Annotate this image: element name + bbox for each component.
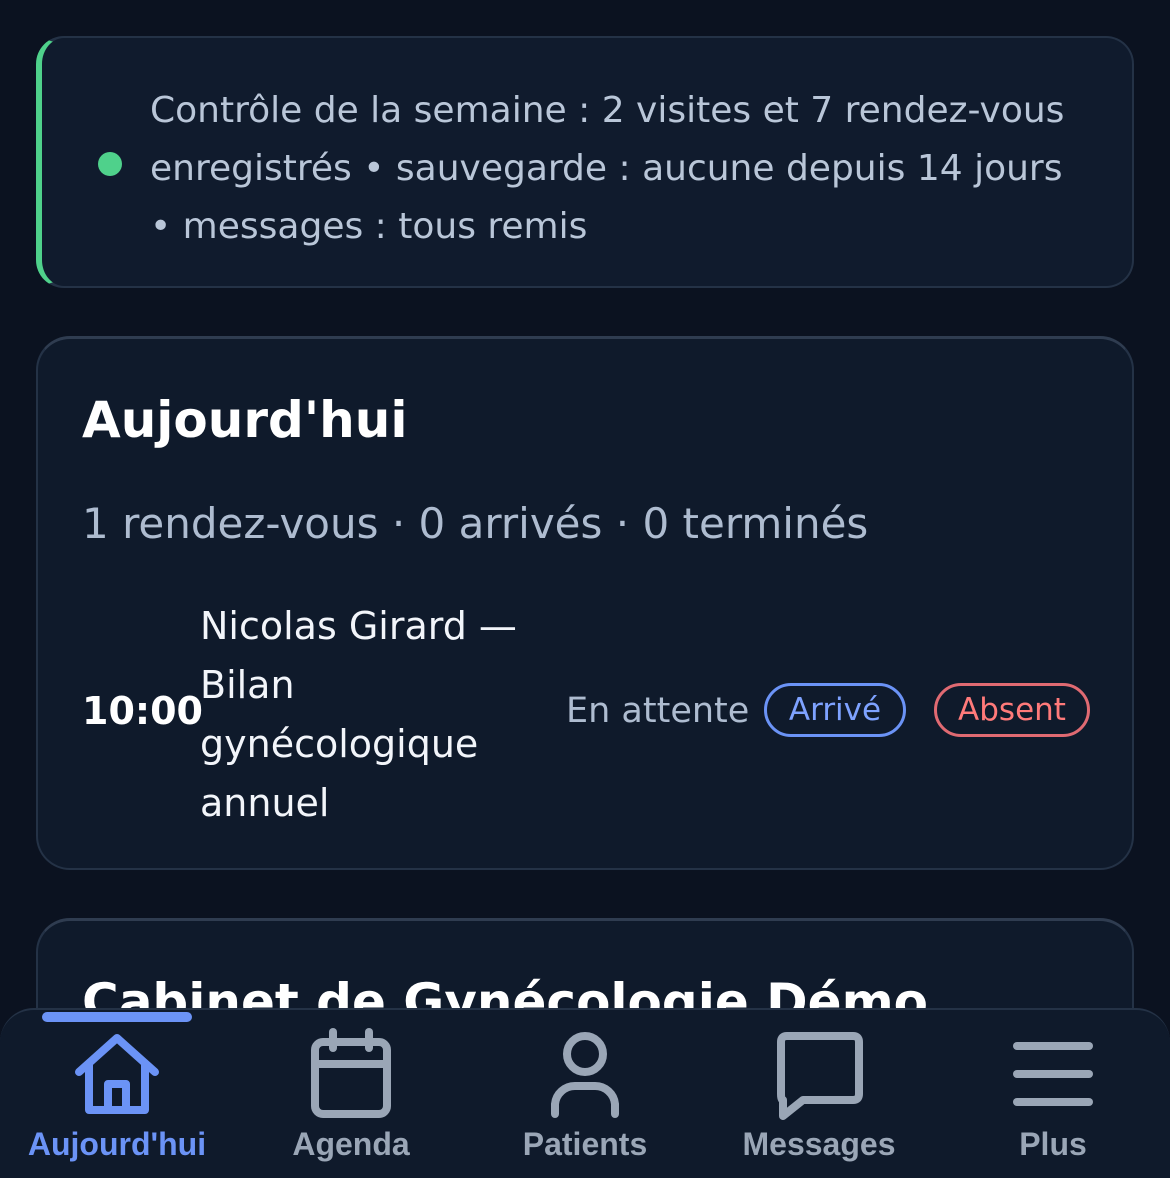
appointment-row[interactable]: 10:00 Nicolas Girard — Bilan gynécologiq… bbox=[82, 597, 1092, 837]
nav-item-more[interactable]: Plus bbox=[936, 1028, 1170, 1178]
bottom-navigation: Aujourd'hui Agenda Patients Messages Plu… bbox=[0, 1008, 1170, 1178]
nav-item-agenda[interactable]: Agenda bbox=[234, 1028, 468, 1178]
nav-label-patients: Patients bbox=[522, 1126, 648, 1162]
nav-label-more: Plus bbox=[1019, 1126, 1087, 1162]
status-dot-icon bbox=[98, 152, 122, 176]
home-icon bbox=[75, 1034, 159, 1114]
nav-label-messages: Messages bbox=[742, 1126, 896, 1162]
menu-icon bbox=[1013, 1042, 1093, 1106]
calendar-icon bbox=[311, 1028, 391, 1118]
nav-item-messages[interactable]: Messages bbox=[702, 1028, 936, 1178]
app-screen: Contrôle de la semaine : 2 visites et 7 … bbox=[0, 0, 1170, 1178]
appointment-description: Nicolas Girard — Bilan gynécologique ann… bbox=[200, 604, 517, 825]
appointment-time: 10:00 bbox=[82, 689, 203, 733]
mark-arrived-button[interactable]: Arrivé bbox=[764, 683, 906, 737]
message-icon bbox=[777, 1032, 863, 1120]
user-icon bbox=[551, 1032, 619, 1118]
active-tab-indicator bbox=[42, 1012, 192, 1022]
weekly-check-text: Contrôle de la semaine : 2 visites et 7 … bbox=[150, 90, 1065, 247]
nav-item-today[interactable]: Aujourd'hui bbox=[0, 1028, 234, 1178]
today-summary: 1 rendez-vous · 0 arrivés · 0 terminés bbox=[82, 499, 869, 548]
nav-item-patients[interactable]: Patients bbox=[468, 1028, 702, 1178]
weekly-check-banner: Contrôle de la semaine : 2 visites et 7 … bbox=[36, 36, 1134, 288]
today-title: Aujourd'hui bbox=[82, 391, 408, 449]
nav-label-today: Aujourd'hui bbox=[27, 1126, 207, 1162]
today-card: Aujourd'hui 1 rendez-vous · 0 arrivés · … bbox=[36, 336, 1134, 870]
nav-label-agenda: Agenda bbox=[292, 1126, 410, 1162]
appointment-status: En attente bbox=[566, 691, 750, 731]
mark-absent-button[interactable]: Absent bbox=[934, 683, 1090, 737]
